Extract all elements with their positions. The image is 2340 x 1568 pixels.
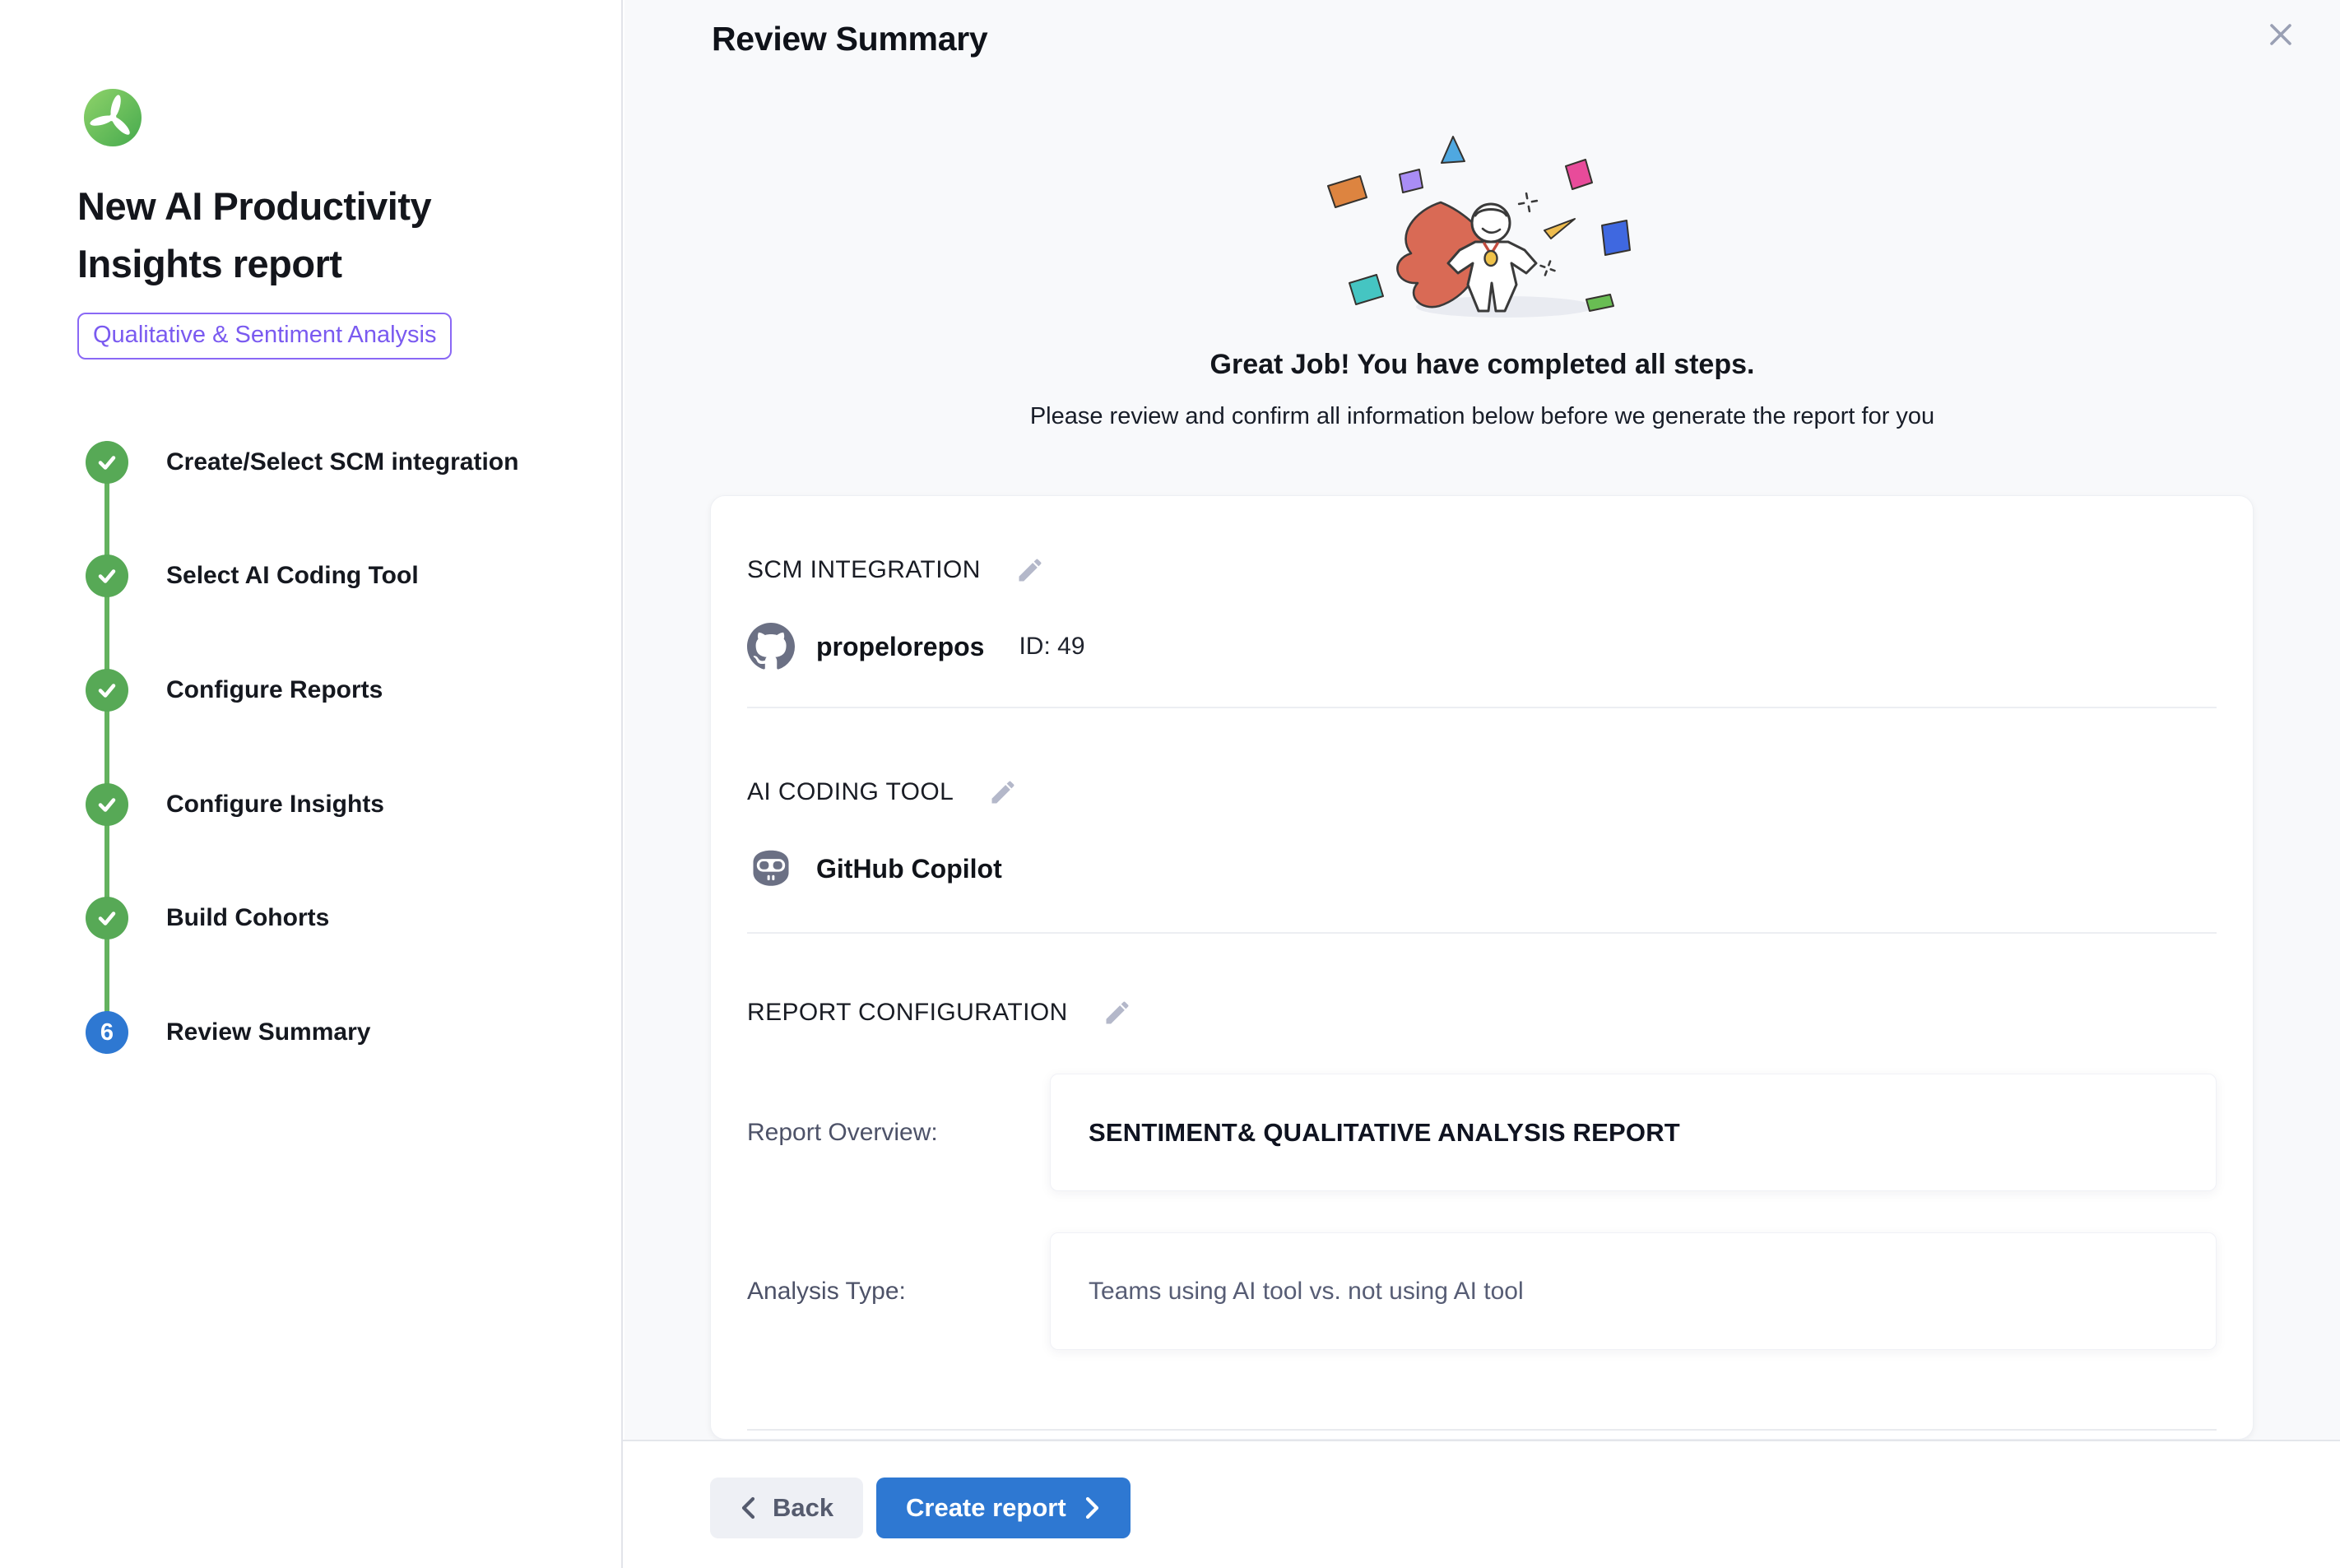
propeller-icon — [84, 89, 142, 146]
step-6-number: 6 — [100, 1019, 114, 1046]
review-summary-panel: Review Summary — [624, 0, 2340, 1568]
step-create-select-scm-integration[interactable]: Create/Select SCM integration — [86, 441, 518, 484]
page-title: Review Summary — [712, 20, 987, 58]
section-divider — [747, 1429, 2217, 1431]
report-wizard-screen: { "app": { "logo_icon": "propeller-icon"… — [0, 0, 2340, 1568]
congrats-heading: Great Job! You have completed all steps. — [624, 349, 2340, 381]
report-overview-label: Report Overview: — [747, 1119, 1050, 1147]
edit-scm-pencil-icon[interactable] — [1014, 554, 1047, 587]
step-3-label: Configure Reports — [166, 676, 383, 704]
step-2-label: Select AI Coding Tool — [166, 562, 419, 590]
scm-section-label: SCM INTEGRATION — [747, 556, 981, 584]
edit-report-config-pencil-icon[interactable] — [1101, 996, 1134, 1029]
congrats-subtext: Please review and confirm all informatio… — [624, 403, 2340, 430]
ai-tool-row: GitHub Copilot — [747, 845, 2217, 893]
step-2-check-icon — [86, 554, 128, 597]
step-5-label: Build Cohorts — [166, 904, 329, 932]
celebration-hero-illustration — [1301, 114, 1663, 337]
step-6-label: Review Summary — [166, 1018, 370, 1046]
scm-integration-row: propelorepos ID: 49 — [747, 623, 2217, 670]
back-button[interactable]: Back — [710, 1478, 863, 1538]
step-configure-insights[interactable]: Configure Insights — [86, 783, 384, 826]
analysis-type-value: Teams using AI tool vs. not using AI too… — [1089, 1278, 1524, 1306]
back-button-label: Back — [773, 1493, 833, 1523]
github-copilot-icon — [747, 845, 795, 893]
step-4-label: Configure Insights — [166, 791, 384, 819]
chevron-left-icon — [740, 1496, 758, 1520]
create-report-button-label: Create report — [906, 1493, 1066, 1523]
step-1-check-icon — [86, 441, 128, 484]
summary-card: SCM INTEGRATION propelorepos ID: 49 AI C… — [710, 495, 2254, 1440]
edit-ai-tool-pencil-icon[interactable] — [987, 776, 1019, 809]
step-3-check-icon — [86, 669, 128, 712]
report-config-section-label: REPORT CONFIGURATION — [747, 999, 1068, 1027]
section-divider — [747, 707, 2217, 708]
scm-integration-id: ID: 49 — [1019, 633, 1084, 661]
report-overview-value-box: SENTIMENT& QUALITATIVE ANALYSIS REPORT — [1050, 1074, 2217, 1191]
analysis-type-label: Analysis Type: — [747, 1278, 1050, 1306]
analysis-type-row: Analysis Type: Teams using AI tool vs. n… — [747, 1232, 2217, 1350]
report-overview-value: SENTIMENT& QUALITATIVE ANALYSIS REPORT — [1089, 1118, 1680, 1148]
close-icon[interactable] — [2264, 18, 2297, 51]
step-5-check-icon — [86, 897, 128, 939]
ai-tool-section-header: AI CODING TOOL — [747, 776, 2217, 809]
ai-tool-name: GitHub Copilot — [816, 854, 1002, 884]
stepper-connector-line — [104, 462, 109, 1032]
analysis-type-value-box: Teams using AI tool vs. not using AI too… — [1050, 1232, 2217, 1350]
step-configure-reports[interactable]: Configure Reports — [86, 669, 383, 712]
scm-integration-name: propelorepos — [816, 632, 984, 662]
create-report-button[interactable]: Create report — [876, 1478, 1131, 1538]
analysis-type-badge: Qualitative & Sentiment Analysis — [77, 313, 452, 360]
section-divider — [747, 932, 2217, 934]
wizard-title: New AI Productivity Insights report — [77, 178, 571, 293]
step-4-check-icon — [86, 783, 128, 826]
scm-section-header: SCM INTEGRATION — [747, 554, 2217, 587]
step-select-ai-coding-tool[interactable]: Select AI Coding Tool — [86, 554, 419, 597]
report-config-section-header: REPORT CONFIGURATION — [747, 996, 2217, 1029]
wizard-sidebar: New AI Productivity Insights report Qual… — [0, 0, 623, 1568]
github-icon — [747, 623, 795, 670]
step-1-label: Create/Select SCM integration — [166, 448, 518, 476]
chevron-right-icon — [1083, 1496, 1101, 1520]
wizard-footer: Back Create report — [623, 1440, 2340, 1568]
report-overview-row: Report Overview: SENTIMENT& QUALITATIVE … — [747, 1074, 2217, 1191]
step-6-number-circle: 6 — [86, 1011, 128, 1054]
step-build-cohorts[interactable]: Build Cohorts — [86, 897, 329, 939]
step-review-summary[interactable]: 6 Review Summary — [86, 1011, 370, 1054]
ai-tool-section-label: AI CODING TOOL — [747, 778, 954, 806]
